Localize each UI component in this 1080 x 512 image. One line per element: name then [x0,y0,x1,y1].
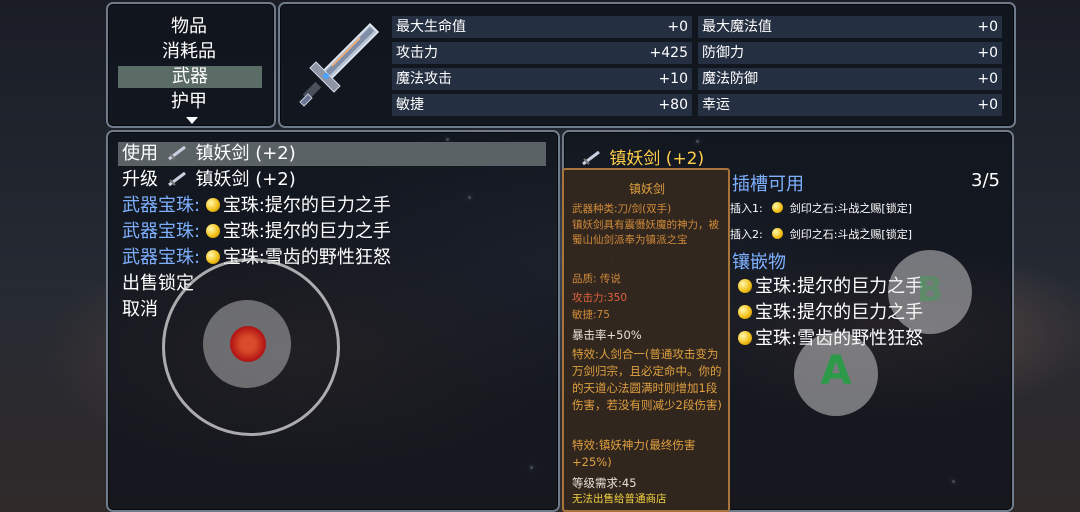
upgrade-item-option[interactable]: 升级 镇妖剑 (+2) [122,168,296,192]
orb-icon [772,228,784,239]
b-button[interactable]: B [888,250,972,334]
stat-label: 魔法攻击 [396,71,452,87]
stat-attack: 攻击力 +425 [392,42,692,64]
stat-value: +80 [658,97,688,113]
orb-icon [205,249,220,264]
gem-slot-label: 武器宝珠: [122,247,201,268]
use-label: 使用 [122,143,158,164]
stat-magic-attack: 魔法攻击 +10 [392,68,692,90]
gem-name: 宝珠:提尔的巨力之手 [222,195,391,216]
tooltip-level-requirement: 等级需求:45 [572,476,637,490]
stat-label: 防御力 [702,45,744,61]
weapon-gem-option[interactable]: 武器宝珠: 宝珠:提尔的巨力之手 [122,220,391,244]
weapon-stats-panel: 最大生命值 +0 最大魔法值 +0 攻击力 +425 防御力 +0 魔法攻击 +… [278,2,1016,128]
b-button-label: B [917,270,943,310]
sword-icon [582,150,600,165]
scroll-down-arrow-icon[interactable] [186,117,198,124]
character-marker-icon [230,326,266,362]
stat-value: +0 [977,19,998,35]
stat-value: +0 [667,19,688,35]
stat-agility: 敏捷 +80 [392,94,692,116]
tooltip-effect-1: 特效:人剑合一(普通攻击变为万剑归宗，且必定命中。你的的天道心法圆满时则增加1段… [572,347,722,412]
socket-stone: 剑印之石:斗战之赐[锁定] [789,228,913,241]
category-consumables[interactable]: 消耗品 [108,41,270,63]
orb-icon [738,330,752,345]
stat-value: +10 [658,71,688,87]
item-title-text: 镇妖剑 (+2) [609,149,705,169]
gem-slot-label: 武器宝珠: [122,221,201,242]
stat-label: 魔法防御 [702,71,758,87]
stat-max-mp: 最大魔法值 +0 [698,16,1002,38]
a-button-label: A [820,348,852,394]
socket-label: 插入1: [730,202,763,215]
tooltip-sell-note: 无法出售给普通商店 [572,493,667,505]
gem-slot-label: 武器宝珠: [122,195,201,216]
gem-name: 宝珠:提尔的巨力之手 [222,221,391,242]
orb-icon [738,304,752,319]
item-title: 镇妖剑 (+2) [578,144,704,170]
slots-count: 3/5 [971,170,1000,191]
stat-defense: 防御力 +0 [698,42,1002,64]
stat-luck: 幸运 +0 [698,94,1002,116]
upgrade-label: 升级 [122,169,158,190]
tooltip-name: 镇妖剑 [628,182,665,196]
orb-icon [205,197,220,212]
use-item-option[interactable]: 使用 镇妖剑 (+2) [118,142,546,166]
tooltip-effect-2: 特效:镇妖神力(最终伤害+25%) [572,438,696,469]
stat-value: +0 [977,71,998,87]
orb-icon [738,278,752,293]
stat-label: 敏捷 [396,97,424,113]
stat-value: +0 [977,45,998,61]
tooltip-type: 武器种类:刀/剑(双手) [572,203,672,215]
socket-line: 插入1: 剑印之石:斗战之赐[锁定] [730,200,912,216]
socket-stone: 剑印之石:斗战之赐[锁定] [789,202,913,215]
tooltip-description: 镇妖剑具有震慑妖魔的神力，被蜀山仙剑派奉为镇派之宝 [572,219,719,246]
stat-label: 最大生命值 [396,19,466,35]
socket-label: 插入2: [730,228,763,241]
sword-icon [167,145,186,160]
stat-label: 攻击力 [396,45,438,61]
inlay-label: 镶嵌物 [732,252,786,273]
cancel-option[interactable]: 取消 [122,298,158,322]
weapon-gem-option[interactable]: 武器宝珠: 宝珠:提尔的巨力之手 [122,194,391,218]
tooltip-crit: 暴击率+50% [572,328,642,342]
item-tooltip: 镇妖剑 武器种类:刀/剑(双手) 镇妖剑具有震慑妖魔的神力，被蜀山仙剑派奉为镇派… [562,168,730,512]
category-menu: 物品 消耗品 武器 护甲 [106,2,276,128]
socket-line: 插入2: 剑印之石:斗战之赐[锁定] [730,226,912,242]
sword-icon [299,22,380,107]
stat-label: 幸运 [702,97,730,113]
tooltip-quality: 品质: 传说 [572,273,621,285]
category-armor[interactable]: 护甲 [108,91,270,113]
a-button[interactable]: A [794,332,878,416]
stat-label: 最大魔法值 [702,19,772,35]
item-name: 镇妖剑 (+2) [195,143,296,164]
stat-value: +0 [977,97,998,113]
orb-icon [205,223,220,238]
stat-value: +425 [649,45,688,61]
category-items[interactable]: 物品 [108,16,270,38]
stat-magic-defense: 魔法防御 +0 [698,68,1002,90]
tooltip-agility: 敏捷:75 [572,309,610,321]
stat-max-hp: 最大生命值 +0 [392,16,692,38]
tooltip-attack: 攻击力:350 [572,292,628,304]
category-weapons[interactable]: 武器 [118,66,262,88]
slots-available-label: 插槽可用 [732,174,804,195]
sword-icon [167,171,186,186]
orb-icon [772,202,784,213]
item-name: 镇妖剑 (+2) [195,169,296,190]
